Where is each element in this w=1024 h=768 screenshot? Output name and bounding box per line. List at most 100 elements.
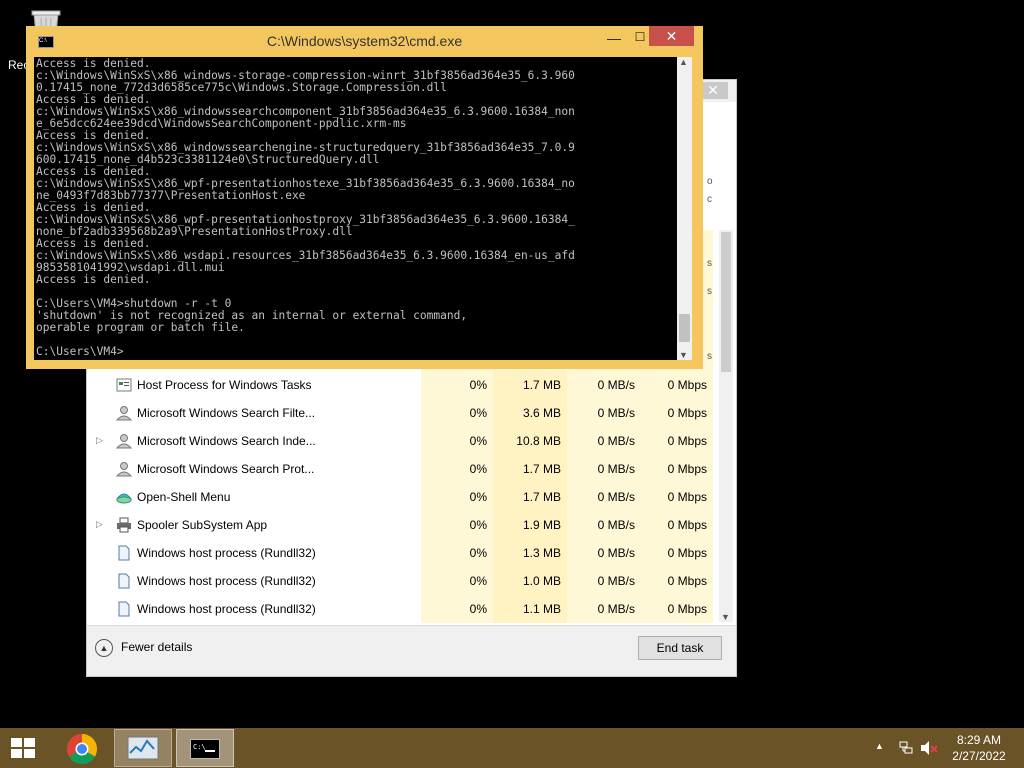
process-cpu: 0% bbox=[421, 539, 493, 567]
process-name: Host Process for Windows Tasks bbox=[137, 378, 312, 392]
process-list-scrollbar[interactable]: ▼ bbox=[719, 230, 733, 622]
process-memory: 1.9 MB bbox=[493, 511, 567, 539]
process-network: 0 Mbps bbox=[641, 371, 713, 399]
process-row[interactable]: ▷ Spooler SubSystem App 0% 1.9 MB 0 MB/s… bbox=[87, 511, 719, 539]
process-network: 0 Mbps bbox=[641, 483, 713, 511]
show-hidden-icons-arrow[interactable]: ▲ bbox=[875, 741, 884, 751]
process-memory: 1.0 MB bbox=[493, 567, 567, 595]
clock-time[interactable]: 8:29 AM bbox=[944, 733, 1014, 747]
console-text: Access is denied. c:\Windows\WinSxS\x86_… bbox=[34, 57, 677, 358]
process-memory: 1.1 MB bbox=[493, 595, 567, 623]
document-icon bbox=[118, 601, 130, 617]
process-memory: 1.3 MB bbox=[493, 539, 567, 567]
process-disk: 0 MB/s bbox=[567, 539, 641, 567]
process-disk: 0 MB/s bbox=[567, 399, 641, 427]
process-disk: 0 MB/s bbox=[567, 511, 641, 539]
process-network: 0 Mbps bbox=[641, 595, 713, 623]
volume-muted-icon[interactable] bbox=[920, 740, 938, 756]
minimize-button[interactable]: — bbox=[601, 30, 627, 48]
process-name: Windows host process (Rundll32) bbox=[137, 546, 316, 560]
process-row[interactable]: Host Process for Windows Tasks 0% 1.7 MB… bbox=[87, 371, 719, 399]
printer-icon bbox=[117, 517, 131, 533]
process-disk: 0 MB/s bbox=[567, 371, 641, 399]
taskbar-cmd-button[interactable]: C:\ bbox=[176, 729, 234, 767]
process-memory: 10.8 MB bbox=[493, 427, 567, 455]
process-name: Microsoft Windows Search Prot... bbox=[137, 462, 315, 476]
cmd-console-output[interactable]: Access is denied. c:\Windows\WinSxS\x86_… bbox=[34, 57, 677, 360]
column-fragment: c bbox=[707, 194, 712, 205]
process-row[interactable]: Windows host process (Rundll32) 0% 1.0 M… bbox=[87, 567, 719, 595]
process-disk: 0 MB/s bbox=[567, 483, 641, 511]
network-icon[interactable] bbox=[898, 740, 914, 756]
search-filter-user-icon bbox=[116, 406, 132, 421]
process-disk: 0 MB/s bbox=[567, 455, 641, 483]
taskbar: C:\ ▲ 8:29 AM 2/27/2022 bbox=[0, 728, 1024, 768]
process-network: 0 Mbps bbox=[641, 567, 713, 595]
process-name: Windows host process (Rundll32) bbox=[137, 602, 316, 616]
process-network: 0 Mbps bbox=[641, 427, 713, 455]
process-row[interactable]: Microsoft Windows Search Filte... 0% 3.6… bbox=[87, 399, 719, 427]
clock-date[interactable]: 2/27/2022 bbox=[944, 749, 1014, 763]
process-disk: 0 MB/s bbox=[567, 595, 641, 623]
scroll-up-arrow-icon[interactable]: ▲ bbox=[679, 57, 688, 67]
process-cpu: 0% bbox=[421, 595, 493, 623]
process-cpu: 0% bbox=[421, 427, 493, 455]
process-memory: 1.7 MB bbox=[493, 455, 567, 483]
process-network: 0 Mbps bbox=[641, 455, 713, 483]
svg-text:C:\: C:\ bbox=[193, 743, 206, 751]
process-cpu: 0% bbox=[421, 567, 493, 595]
cmd-scrollbar[interactable]: ▲ ▼ bbox=[677, 57, 692, 360]
process-cpu: 0% bbox=[421, 371, 493, 399]
process-disk: 0 MB/s bbox=[567, 567, 641, 595]
process-memory: 1.7 MB bbox=[493, 371, 567, 399]
process-cpu: 0% bbox=[421, 399, 493, 427]
process-name: Microsoft Windows Search Inde... bbox=[137, 434, 316, 448]
console-line: operable program or batch file. bbox=[36, 321, 245, 334]
task-manager-footer: ▲ Fewer details End task bbox=[87, 625, 736, 676]
end-task-button[interactable]: End task bbox=[638, 636, 722, 660]
column-fragment: o bbox=[707, 176, 713, 187]
process-list: Host Process for Windows Tasks 0% 1.7 MB… bbox=[87, 371, 719, 623]
task-manager-icon bbox=[127, 736, 159, 760]
process-row[interactable]: Windows host process (Rundll32) 0% 1.1 M… bbox=[87, 595, 719, 623]
process-name: Spooler SubSystem App bbox=[137, 518, 268, 532]
cmd-window[interactable]: C:\ C:\Windows\system32\cmd.exe — ☐ ✕ Ac… bbox=[26, 26, 703, 369]
process-name: Microsoft Windows Search Filte... bbox=[137, 406, 316, 420]
expand-chevron-icon[interactable]: ▷ bbox=[96, 435, 103, 446]
process-memory: 1.7 MB bbox=[493, 483, 567, 511]
cmd-scroll-thumb[interactable] bbox=[679, 314, 690, 342]
column-fragment: s bbox=[707, 351, 712, 362]
process-name: Windows host process (Rundll32) bbox=[137, 574, 316, 588]
search-indexer-user-icon bbox=[116, 434, 132, 449]
scroll-down-arrow-icon[interactable]: ▼ bbox=[721, 612, 731, 622]
chevron-up-circle-icon[interactable]: ▲ bbox=[95, 639, 113, 657]
scroll-down-arrow-icon[interactable]: ▼ bbox=[679, 350, 688, 360]
console-line: Access is denied. bbox=[36, 273, 151, 286]
fewer-details-link[interactable]: Fewer details bbox=[121, 640, 192, 654]
search-protocol-user-icon bbox=[116, 462, 132, 477]
process-cpu: 0% bbox=[421, 483, 493, 511]
console-line: C:\Users\VM4> bbox=[36, 345, 124, 358]
process-row[interactable]: Microsoft Windows Search Prot... 0% 1.7 … bbox=[87, 455, 719, 483]
process-name: Open-Shell Menu bbox=[137, 490, 231, 504]
document-icon bbox=[118, 545, 130, 561]
cmd-icon: C:\ bbox=[190, 739, 220, 759]
windows-start-icon[interactable] bbox=[8, 736, 38, 760]
process-row[interactable]: Open-Shell Menu 0% 1.7 MB 0 MB/s 0 Mbps bbox=[87, 483, 719, 511]
taskbar-chrome-button[interactable] bbox=[60, 729, 104, 767]
process-disk: 0 MB/s bbox=[567, 427, 641, 455]
task-host-icon bbox=[116, 378, 132, 392]
close-button[interactable]: ✕ bbox=[649, 26, 694, 46]
expand-chevron-icon[interactable]: ▷ bbox=[96, 519, 103, 530]
process-row[interactable]: ▷ Microsoft Windows Search Inde... 0% 10… bbox=[87, 427, 719, 455]
process-row[interactable]: Windows host process (Rundll32) 0% 1.3 M… bbox=[87, 539, 719, 567]
process-memory: 3.6 MB bbox=[493, 399, 567, 427]
process-list-scroll-thumb[interactable] bbox=[721, 232, 731, 372]
cmd-titlebar[interactable]: C:\ C:\Windows\system32\cmd.exe — ☐ ✕ bbox=[26, 26, 703, 56]
process-network: 0 Mbps bbox=[641, 399, 713, 427]
taskbar-task-manager-button[interactable] bbox=[114, 729, 172, 767]
column-fragment: s bbox=[707, 258, 712, 269]
document-icon bbox=[118, 573, 130, 589]
chrome-icon bbox=[66, 734, 98, 765]
open-shell-icon bbox=[116, 493, 132, 504]
